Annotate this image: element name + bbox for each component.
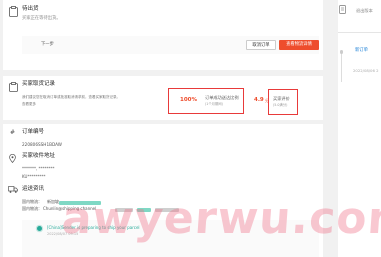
right-timeline-dot [339,50,343,54]
address-line2: KU********* [22,174,46,179]
pending-shipment-card: 待出货 买家正在等待出货。 下一步 取消订单 查看物流详情 [3,0,323,70]
document-icon [339,5,346,14]
address-label: 买家收件地址 [22,153,56,159]
right-divider [338,32,381,33]
watermark: awyerwu.com [60,193,381,244]
timeline-dot [37,226,42,231]
order-number-label: 订单编号 [22,129,45,135]
hash-icon: # [10,129,16,136]
logistics-label: 运送资讯 [22,186,45,192]
clipboard-icon [9,6,18,17]
buyer-record-title: 买家取货记录 [22,81,56,87]
buyer-score-value: 4.9 [254,97,264,103]
truck-icon [8,186,18,193]
right-top-text: 退出版本 [356,8,373,13]
delivery-rate-label: 订单成功送达比例 [205,95,239,100]
shipping-method-value: 新加坡 [47,199,59,204]
delivery-rate-sub: (1个月期间) [205,102,223,106]
buyer-score-box: 买家评价 (5.0满分) [268,89,298,115]
delivery-rate-value: 100% [180,97,197,103]
view-logistics-button[interactable]: 查看物流详情 [279,40,319,50]
cancel-order-button[interactable]: 取消订单 [246,40,276,50]
right-item-label[interactable]: 新订单 [355,48,368,53]
location-pin-icon [9,154,16,163]
address-line1: *******, ******** [22,166,55,171]
shipping-method-label: 国内物流： [22,199,42,204]
pending-title: 待出货 [22,6,39,12]
order-number-value: 220806SSH1BDAW [22,142,62,147]
buyer-record-card: 买家取货记录 我们建议您在取消订单或批准取消请求前，查看买家取货记录。 查看更多… [3,76,323,120]
clipboard-icon [9,82,18,92]
pending-subtitle: 买家正在等待出货。 [22,16,61,21]
buyer-score-label: 买家评价 [273,96,290,101]
tracking-label: 国内物流： [22,206,42,211]
buyer-score-sub: (5.0满分) [273,103,288,107]
view-more-link[interactable]: 查看更多 [22,102,36,107]
delivery-rate-box: 100% 订单成功送达比例 (1个月期间) [168,88,244,114]
right-timeline-line [341,52,342,82]
next-step-label: 下一步 [41,42,54,47]
buyer-record-desc-line1: 我们建议您在取消订单或批准取消请求前，查看买家取货记录。 [22,95,120,99]
right-item-date: 2022/08/06 2 [353,68,379,73]
